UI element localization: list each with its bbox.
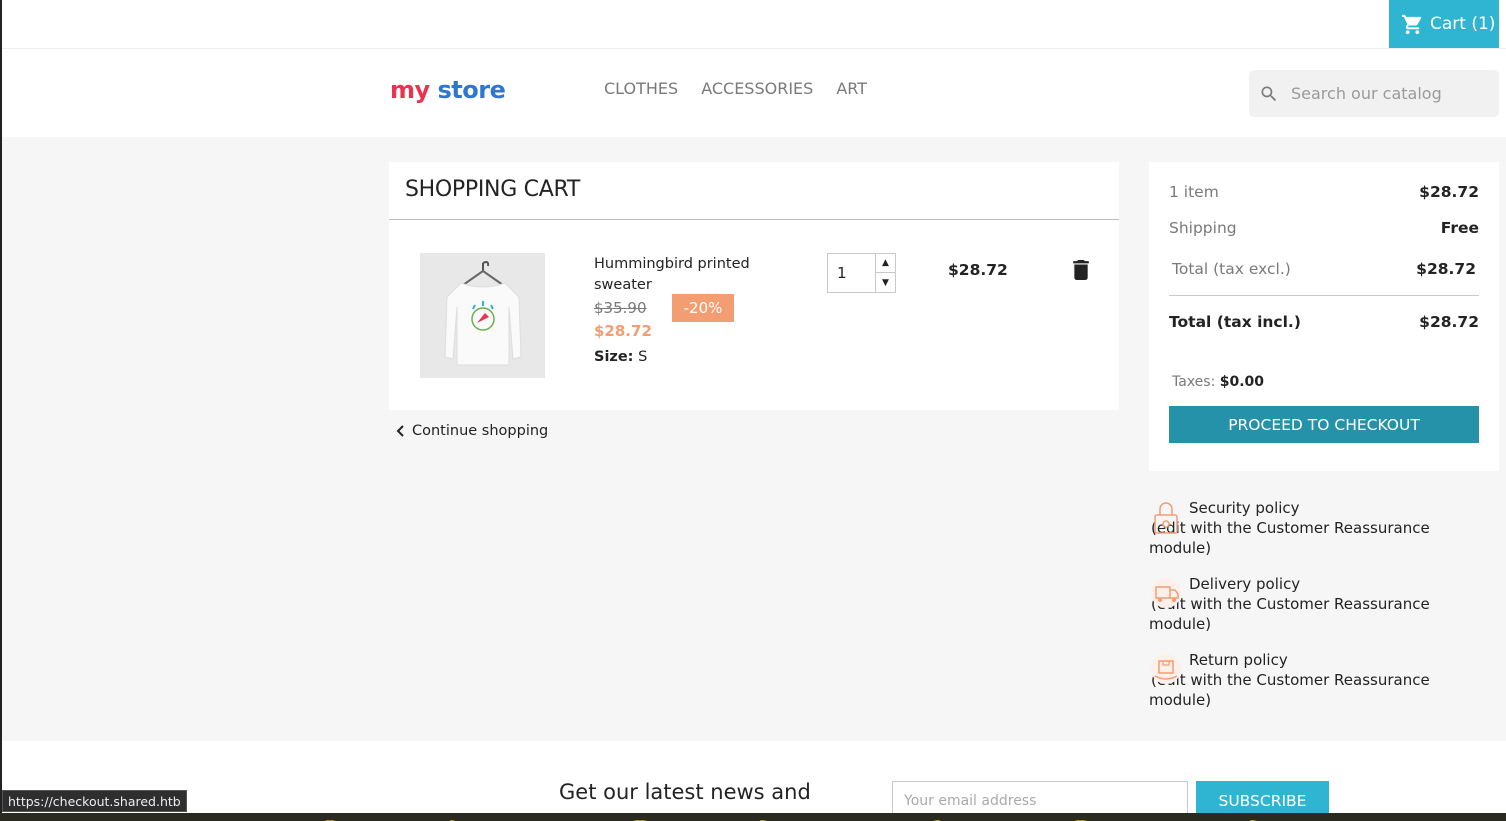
logo-word-store: store xyxy=(437,76,506,104)
main-nav: CLOTHES ACCESSORIES ART xyxy=(604,79,867,98)
lock-icon xyxy=(1154,502,1178,534)
items-value: $28.72 xyxy=(1419,183,1479,201)
cart-title: SHOPPING CART xyxy=(405,177,580,202)
nav-clothes[interactable]: CLOTHES xyxy=(604,79,678,98)
delete-icon[interactable] xyxy=(1073,260,1089,280)
cart-panel: SHOPPING CART Hummingbird printed sweate… xyxy=(389,162,1119,410)
taxes-line: Taxes: $0.00 xyxy=(1172,374,1264,390)
total-excl-value: $28.72 xyxy=(1416,260,1476,278)
store-logo[interactable]: my store xyxy=(390,76,506,110)
divider xyxy=(1169,295,1479,296)
reassurance-security: Security policy (edit with the Customer … xyxy=(1149,498,1489,558)
quantity-input[interactable] xyxy=(828,254,875,292)
shipping-label: Shipping xyxy=(1169,219,1237,237)
product-size: Size: S xyxy=(594,349,647,365)
reassurance-desc: (edit with the Customer Reassurance modu… xyxy=(1149,519,1430,557)
total-excl-label: Total (tax excl.) xyxy=(1172,260,1291,278)
divider xyxy=(389,219,1119,220)
search-box xyxy=(1249,70,1499,117)
shopping-cart-icon xyxy=(1401,14,1422,34)
top-bar: Cart (1) xyxy=(2,0,1506,49)
discount-badge: -20% xyxy=(672,294,734,322)
nav-accessories[interactable]: ACCESSORIES xyxy=(701,79,813,98)
cart-label: Cart (1) xyxy=(1430,14,1496,34)
total-incl-value: $28.72 xyxy=(1419,313,1479,331)
taxes-label: Taxes: xyxy=(1172,374,1216,390)
size-label: Size: xyxy=(594,349,634,365)
chevron-down-icon: ▼ xyxy=(882,277,889,288)
quantity-increase-button[interactable]: ▲ xyxy=(875,254,895,273)
summary-total-incl-row: Total (tax incl.) $28.72 xyxy=(1169,313,1479,331)
product-image[interactable] xyxy=(420,253,545,378)
continue-shopping-link[interactable]: Continue shopping xyxy=(396,423,548,439)
sweater-image xyxy=(443,260,522,365)
reassurance-title: Return policy xyxy=(1189,651,1288,669)
summary-shipping-row: Shipping Free xyxy=(1169,219,1479,237)
continue-shopping-label: Continue shopping xyxy=(412,423,549,439)
cart-summary: 1 item $28.72 Shipping Free Total (tax e… xyxy=(1149,162,1499,471)
line-total: $28.72 xyxy=(948,261,1008,279)
reassurance-title: Delivery policy xyxy=(1189,575,1301,593)
reassurance-desc: (edit with the Customer Reassurance modu… xyxy=(1149,595,1430,633)
chevron-left-icon xyxy=(396,425,404,437)
product-name[interactable]: Hummingbird printed sweater xyxy=(594,254,774,296)
quantity-decrease-button[interactable]: ▼ xyxy=(875,273,895,292)
nav-art[interactable]: ART xyxy=(836,79,867,98)
footer-newsletter: Get our latest news and SUBSCRIBE xyxy=(2,741,1506,821)
summary-total-excl-row: Total (tax excl.) $28.72 xyxy=(1172,260,1476,278)
current-price: $28.72 xyxy=(594,322,652,340)
reassurance-text: Delivery policy (edit with the Customer … xyxy=(1149,574,1489,634)
reassurance-desc: (edit with the Customer Reassurance modu… xyxy=(1149,671,1430,709)
items-label: 1 item xyxy=(1169,183,1219,201)
reassurance-title: Security policy xyxy=(1189,499,1300,517)
footer-strip xyxy=(0,813,1506,821)
reassurance-text: Security policy (edit with the Customer … xyxy=(1149,498,1489,558)
return-box-icon xyxy=(1151,654,1181,684)
chevron-up-icon: ▲ xyxy=(882,258,889,268)
regular-price: $35.90 xyxy=(594,299,647,317)
reassurance-return: Return policy (edit with the Customer Re… xyxy=(1149,650,1489,710)
cart-button[interactable]: Cart (1) xyxy=(1389,0,1499,48)
quantity-stepper: ▲ ▼ xyxy=(827,253,896,293)
taxes-value: $0.00 xyxy=(1219,374,1265,390)
search-input[interactable] xyxy=(1291,84,1481,103)
newsletter-title: Get our latest news and xyxy=(559,780,811,804)
proceed-to-checkout-button[interactable]: PROCEED TO CHECKOUT xyxy=(1169,406,1479,443)
reassurance-delivery: Delivery policy (edit with the Customer … xyxy=(1149,574,1489,634)
total-incl-label: Total (tax incl.) xyxy=(1169,313,1301,331)
shipping-value: Free xyxy=(1440,219,1479,237)
summary-items-row: 1 item $28.72 xyxy=(1169,183,1479,201)
status-bar-url: https://checkout.shared.htb xyxy=(2,790,187,812)
reassurance-text: Return policy (edit with the Customer Re… xyxy=(1149,650,1489,710)
truck-icon xyxy=(1151,578,1181,608)
size-value: S xyxy=(638,349,648,365)
search-icon[interactable] xyxy=(1259,84,1279,104)
site-header: my store CLOTHES ACCESSORIES ART xyxy=(2,49,1506,137)
logo-word-my: my xyxy=(390,76,430,104)
